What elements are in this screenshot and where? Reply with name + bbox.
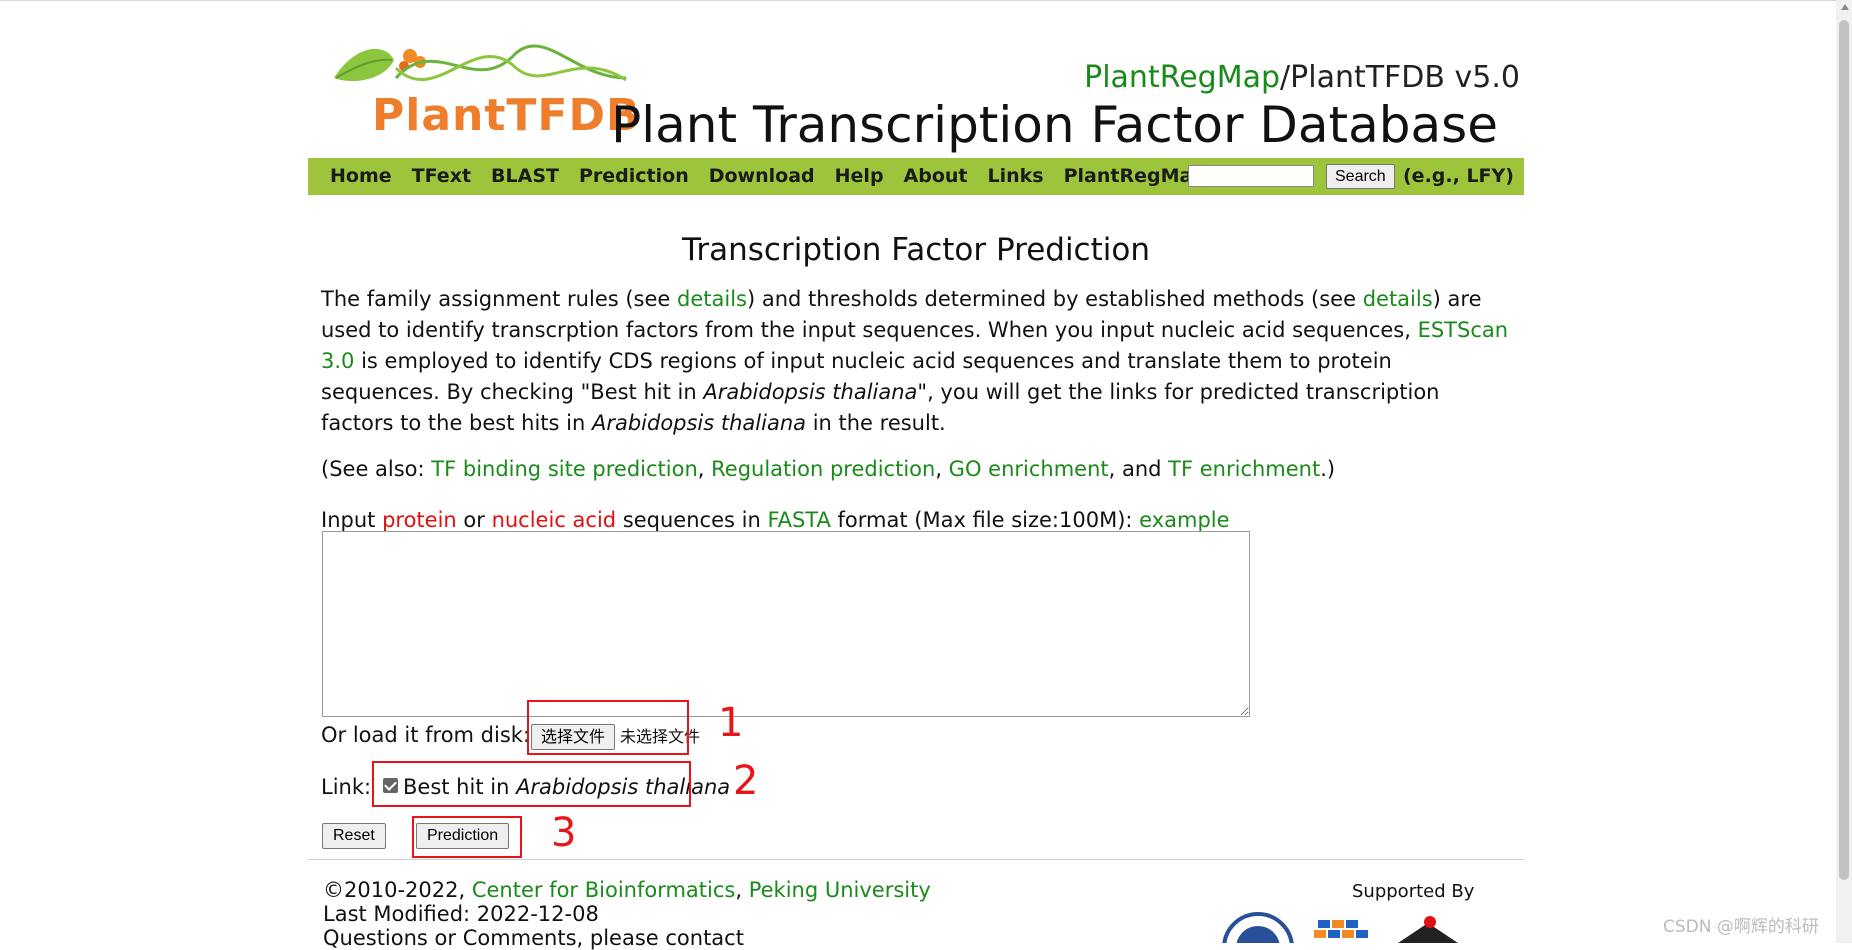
scrollbar-thumb[interactable]	[1839, 20, 1849, 880]
copyright-text: ©2010-2022,	[323, 878, 472, 902]
see-also-sep-1: ,	[697, 457, 712, 481]
load-from-disk-label: Or load it from disk:	[321, 723, 531, 747]
nav-item-links[interactable]: Links	[978, 158, 1054, 195]
para-text-6: in the result.	[806, 411, 946, 435]
tfbs-prediction-link[interactable]: TF binding site prediction	[431, 457, 698, 481]
page-title: Transcription Factor Prediction	[682, 232, 1150, 268]
link-label: Link:	[321, 775, 372, 799]
search-input[interactable]	[1188, 165, 1314, 187]
nav-item-download[interactable]: Download	[699, 158, 825, 195]
sequence-textarea[interactable]	[322, 531, 1250, 717]
tf-enrichment-link[interactable]: TF enrichment	[1168, 457, 1320, 481]
center-bioinformatics-link[interactable]: Center for Bioinformatics	[472, 878, 736, 902]
annotation-number-3: 3	[551, 810, 577, 856]
details-link-2[interactable]: details	[1363, 287, 1433, 311]
annotation-number-2: 2	[733, 758, 759, 804]
nav-item-blast[interactable]: BLAST	[481, 158, 569, 195]
search-example: (e.g., LFY)	[1403, 165, 1514, 187]
details-link-1[interactable]: details	[677, 287, 747, 311]
sponsor-logos	[1222, 912, 1458, 943]
reset-button[interactable]: Reset	[322, 823, 386, 849]
input-label-text-4: format (Max file size:100M):	[830, 508, 1140, 532]
protein-text: protein	[382, 508, 457, 532]
search-button[interactable]: Search	[1326, 164, 1395, 189]
contact-text: Questions or Comments, please contact	[323, 926, 744, 950]
para-text-2: ) and thresholds determined by establish…	[746, 287, 1363, 311]
nucleic-acid-text: nucleic acid	[491, 508, 617, 532]
example-link[interactable]: example	[1139, 508, 1229, 532]
see-also-suffix: .)	[1320, 457, 1336, 481]
para-text-1: The family assignment rules (see	[321, 287, 678, 311]
brand-version: /PlantTFDB v5.0	[1280, 60, 1520, 95]
species-name-1: Arabidopsis thaliana	[703, 380, 918, 404]
input-label-text-2: or	[456, 508, 492, 532]
nav-item-help[interactable]: Help	[825, 158, 894, 195]
last-modified-text: Last Modified: 2022-12-08	[323, 902, 599, 926]
peking-university-link[interactable]: Peking University	[749, 878, 931, 902]
main-nav: Home TFext BLAST Prediction Download Hel…	[308, 158, 1524, 195]
see-also-prefix: (See also:	[321, 457, 432, 481]
brand-line: PlantRegMap/PlantTFDB v5.0	[1084, 60, 1520, 95]
watermark-text: CSDN @啊辉的科研	[1663, 917, 1819, 937]
footer-copyright: ©2010-2022, Center for Bioinformatics, P…	[323, 878, 931, 902]
supported-by-label: Supported By	[1352, 881, 1475, 902]
input-label-text-3: sequences in	[616, 508, 768, 532]
description-paragraph: The family assignment rules (see details…	[321, 284, 1517, 439]
fasta-link[interactable]: FASTA	[767, 508, 830, 532]
nav-item-prediction[interactable]: Prediction	[569, 158, 699, 195]
input-label-text-1: Input	[321, 508, 383, 532]
go-enrichment-link[interactable]: GO enrichment	[949, 457, 1109, 481]
plantregmap-link[interactable]: PlantRegMap	[1084, 60, 1280, 95]
see-also-line: (See also: TF binding site prediction, R…	[321, 454, 1335, 485]
vertical-scrollbar[interactable]	[1836, 0, 1852, 943]
see-also-sep-3: , and	[1108, 457, 1169, 481]
scroll-up-arrow-icon[interactable]	[1841, 4, 1849, 10]
annotation-box-2	[372, 761, 691, 807]
site-title: Plant Transcription Factor Database	[611, 96, 1498, 154]
footer-sep: ,	[735, 878, 749, 902]
nav-items: Home TFext BLAST Prediction Download Hel…	[320, 158, 1216, 195]
window-top-border	[0, 0, 1852, 1]
species-name-2: Arabidopsis thaliana	[591, 411, 807, 435]
annotation-number-1: 1	[718, 700, 744, 746]
nav-item-tfext[interactable]: TFext	[402, 158, 481, 195]
nav-item-about[interactable]: About	[894, 158, 978, 195]
regulation-prediction-link[interactable]: Regulation prediction	[711, 457, 935, 481]
logo-text: PlantTFDB	[372, 90, 641, 141]
see-also-sep-2: ,	[935, 457, 949, 481]
annotation-box-3	[412, 816, 522, 858]
annotation-box-1	[527, 700, 689, 755]
nav-item-home[interactable]: Home	[320, 158, 402, 195]
footer-divider	[308, 859, 1524, 860]
